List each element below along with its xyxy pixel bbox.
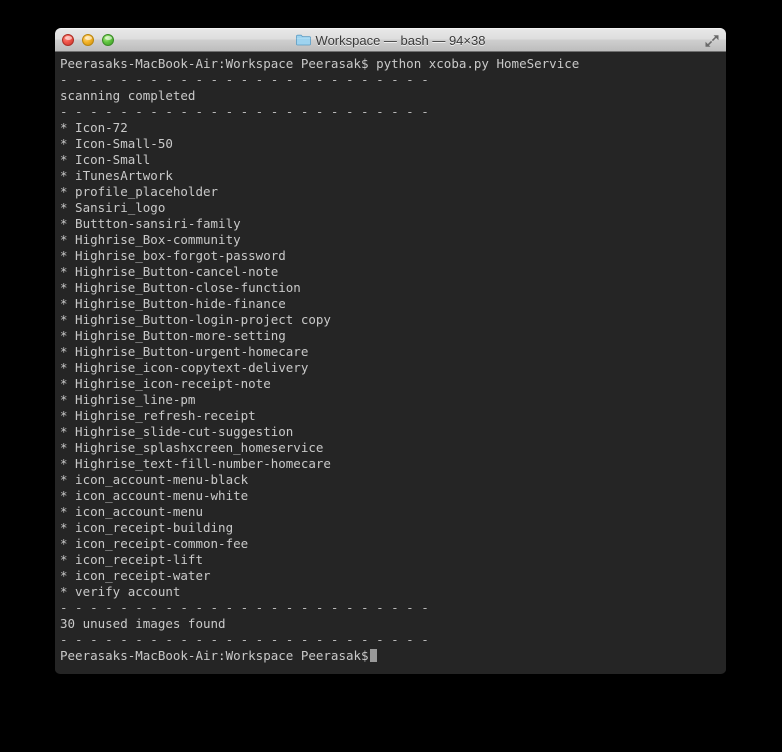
traffic-light-group	[62, 34, 114, 46]
unused-image-item: * Highrise_icon-copytext-delivery	[60, 360, 309, 375]
folder-icon	[295, 34, 311, 46]
unused-image-item: * Sansiri_logo	[60, 200, 166, 215]
terminal-summary: 30 unused images found	[60, 616, 226, 631]
unused-image-item: * Icon-Small-50	[60, 136, 173, 151]
terminal-final-prompt-line: Peerasaks-MacBook-Air:Workspace Peerasak…	[60, 648, 726, 664]
unused-image-item: * Highrise_icon-receipt-note	[60, 376, 271, 391]
unused-image-item: * Highrise_Button-more-setting	[60, 328, 286, 343]
unused-image-item: * icon_receipt-common-fee	[60, 536, 249, 551]
unused-image-item: * Highrise_Box-community	[60, 232, 241, 247]
unused-image-item: * verify account	[60, 584, 181, 599]
terminal-command-line: Peerasaks-MacBook-Air:Workspace Peerasak…	[60, 56, 580, 71]
unused-image-item: * Icon-Small	[60, 152, 151, 167]
terminal-window[interactable]: Workspace — bash — 94×38 Peerasaks-MacBo…	[55, 28, 726, 674]
unused-image-item: * Highrise_Button-cancel-note	[60, 264, 279, 279]
minimize-button[interactable]	[82, 34, 94, 46]
unused-image-item: * icon_account-menu	[60, 504, 203, 519]
terminal-final-prompt: Peerasaks-MacBook-Air:Workspace Peerasak…	[60, 648, 369, 663]
fullscreen-arrows-icon[interactable]	[704, 33, 720, 49]
unused-image-item: * profile_placeholder	[60, 184, 219, 199]
close-button[interactable]	[62, 34, 74, 46]
unused-image-item: * icon_receipt-building	[60, 520, 234, 535]
unused-image-item: * Highrise_slide-cut-suggestion	[60, 424, 294, 439]
terminal-separator-list-end: - - - - - - - - - - - - - - - - - - - - …	[60, 600, 429, 615]
unused-image-item: * icon_receipt-lift	[60, 552, 203, 567]
unused-image-item: * Highrise_Button-login-project copy	[60, 312, 331, 327]
window-title-bar[interactable]: Workspace — bash — 94×38	[55, 28, 726, 52]
unused-image-item: * Icon-72	[60, 120, 128, 135]
unused-image-item: * Highrise_refresh-receipt	[60, 408, 256, 423]
unused-image-item: * icon_account-menu-white	[60, 488, 249, 503]
unused-image-item: * Highrise_splashxcreen_homeservice	[60, 440, 324, 455]
terminal-separator-bottom: - - - - - - - - - - - - - - - - - - - - …	[60, 632, 429, 647]
unused-image-item: * Highrise_Button-hide-finance	[60, 296, 286, 311]
window-title: Workspace — bash — 94×38	[295, 32, 486, 48]
terminal-status-scanning: scanning completed	[60, 88, 196, 103]
unused-image-list: * Icon-72 * Icon-Small-50 * Icon-Small * iT…	[60, 120, 726, 600]
terminal-separator-top: - - - - - - - - - - - - - - - - - - - - …	[60, 72, 429, 87]
zoom-button[interactable]	[102, 34, 114, 46]
unused-image-item: * icon_receipt-water	[60, 568, 211, 583]
unused-image-item: * Highrise_line-pm	[60, 392, 196, 407]
terminal-separator-list-start: - - - - - - - - - - - - - - - - - - - - …	[60, 104, 429, 119]
window-title-label: Workspace — bash — 94×38	[315, 32, 486, 48]
terminal-output-area[interactable]: Peerasaks-MacBook-Air:Workspace Peerasak…	[55, 52, 726, 672]
unused-image-item: * Highrise_box-forgot-password	[60, 248, 286, 263]
terminal-cursor	[369, 649, 377, 662]
unused-image-item: * Buttton-sansiri-family	[60, 216, 241, 231]
unused-image-item: * Highrise_text-fill-number-homecare	[60, 456, 331, 471]
unused-image-item: * icon_account-menu-black	[60, 472, 249, 487]
unused-image-item: * Highrise_Button-urgent-homecare	[60, 344, 309, 359]
unused-image-item: * iTunesArtwork	[60, 168, 173, 183]
unused-image-item: * Highrise_Button-close-function	[60, 280, 301, 295]
